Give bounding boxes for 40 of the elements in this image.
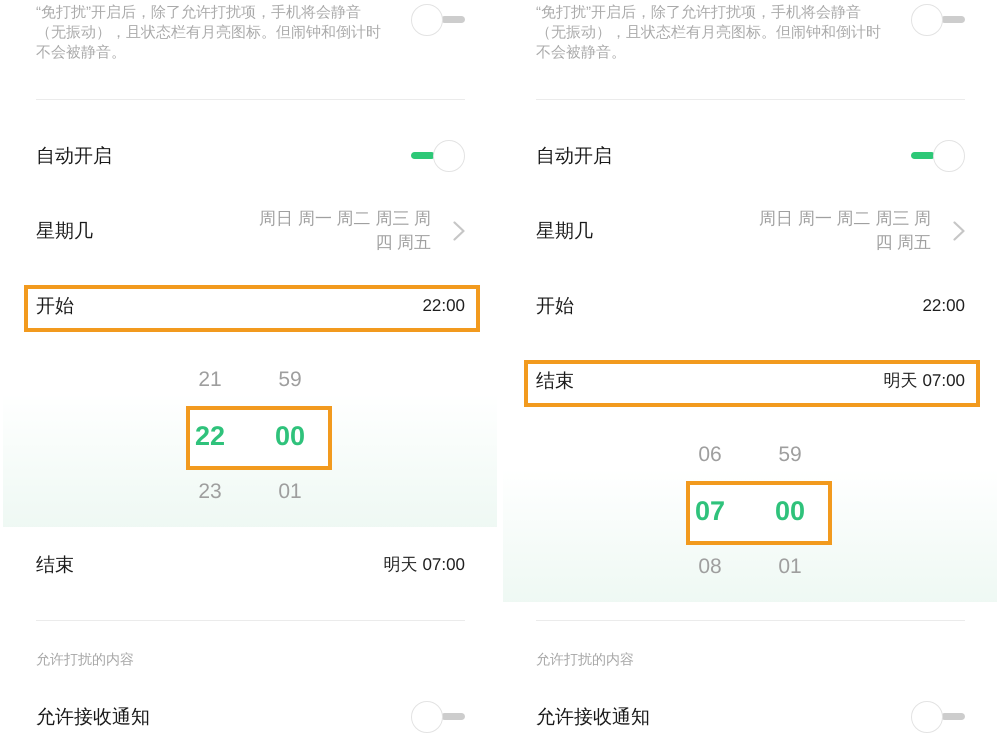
setting-label: 结束 bbox=[536, 370, 574, 394]
picker-hour[interactable]: 23 bbox=[198, 480, 222, 503]
time-value: 22:00 bbox=[922, 296, 965, 316]
picker-hour[interactable]: 21 bbox=[198, 368, 222, 391]
picker-hour[interactable]: 22 bbox=[194, 420, 226, 450]
picker-minute[interactable]: 01 bbox=[278, 480, 302, 503]
picker-minute[interactable]: 00 bbox=[274, 420, 306, 450]
setting-label: 开始 bbox=[536, 294, 574, 318]
setting-label: 自动开启 bbox=[36, 144, 112, 168]
weekday-value: 周日 周一 周二 周三 周四 周五 bbox=[258, 208, 431, 254]
picker-minute[interactable]: 59 bbox=[778, 443, 802, 466]
setting-label: 允许接收通知 bbox=[536, 706, 650, 730]
picker-hour[interactable]: 06 bbox=[698, 443, 722, 466]
time-value: 22:00 bbox=[422, 296, 465, 316]
picker-hour[interactable]: 07 bbox=[694, 496, 726, 526]
picker-minute[interactable]: 00 bbox=[774, 496, 806, 526]
chevron-right-icon bbox=[953, 220, 965, 240]
setting-label: 开始 bbox=[36, 294, 74, 318]
picker-minute[interactable]: 59 bbox=[278, 368, 302, 391]
section-header: 允许打扰的内容 bbox=[536, 651, 634, 667]
description-text: “免打扰”开启后，除了允许打扰项，手机将会静音（无振动），且状态栏有月亮图标。但闹钟和倒计时不会被静音。 bbox=[36, 3, 382, 63]
picker-minute[interactable]: 01 bbox=[778, 555, 802, 578]
toggle-switch[interactable] bbox=[411, 700, 465, 733]
toggle-switch[interactable] bbox=[911, 700, 965, 733]
weekday-value: 周日 周一 周二 周三 周四 周五 bbox=[758, 208, 931, 254]
toggle-switch[interactable] bbox=[911, 3, 965, 36]
toggle-switch[interactable] bbox=[411, 3, 465, 36]
setting-label: 星期几 bbox=[36, 220, 93, 244]
toggle-switch[interactable] bbox=[911, 139, 965, 172]
description-text: “免打扰”开启后，除了允许打扰项，手机将会静音（无振动），且状态栏有月亮图标。但闹钟和倒计时不会被静音。 bbox=[536, 3, 882, 63]
time-value: 明天 07:00 bbox=[884, 370, 965, 392]
picker-hour[interactable]: 08 bbox=[698, 555, 722, 578]
setting-label: 自动开启 bbox=[536, 144, 612, 168]
setting-label: 结束 bbox=[36, 554, 74, 578]
chevron-right-icon bbox=[453, 220, 465, 240]
setting-label: 星期几 bbox=[536, 220, 593, 244]
toggle-switch[interactable] bbox=[411, 139, 465, 172]
section-header: 允许打扰的内容 bbox=[36, 651, 134, 667]
setting-label: 允许接收通知 bbox=[36, 706, 150, 730]
time-value: 明天 07:00 bbox=[384, 554, 465, 576]
